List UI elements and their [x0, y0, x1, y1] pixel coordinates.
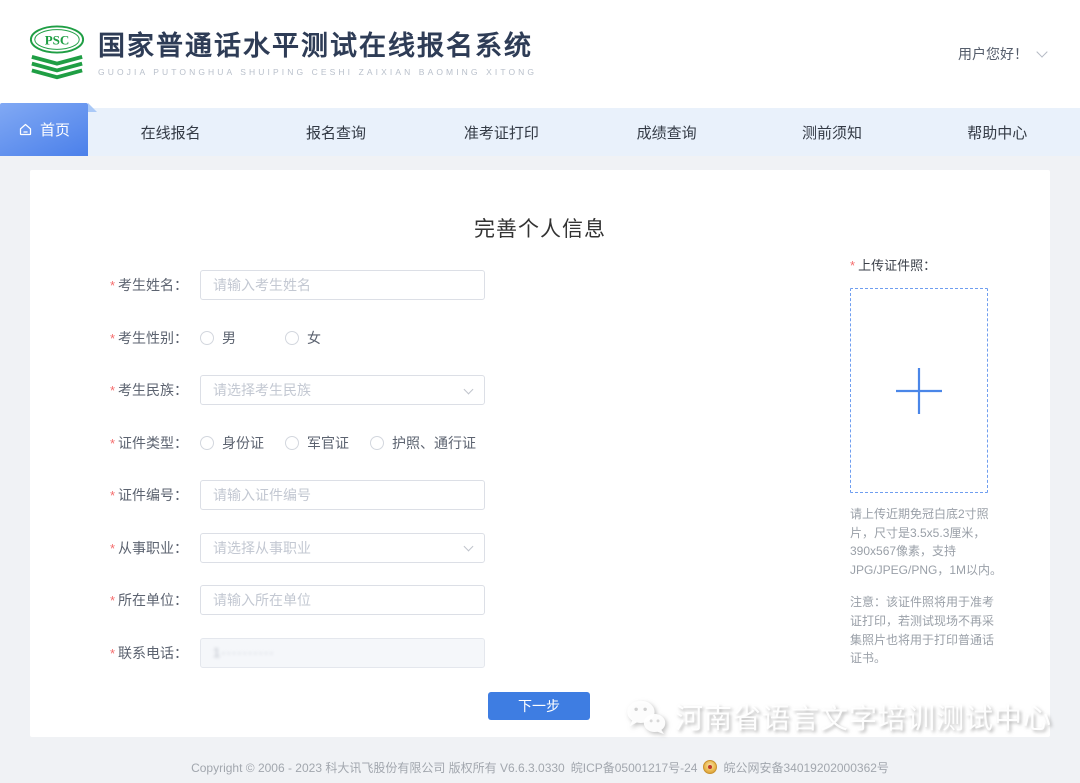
- nav-label: 测前须知: [802, 122, 862, 143]
- upload-label: 上传证件照：: [858, 258, 936, 273]
- required-asterisk: *: [110, 331, 115, 346]
- site-title: 国家普通话水平测试在线报名系统: [98, 31, 537, 62]
- field-label: 从事职业：: [118, 540, 188, 556]
- site-subtitle: GUOJIA PUTONGHUA SHUIPING CESHI ZAIXIAN …: [98, 67, 537, 77]
- radio-icon: [200, 331, 214, 345]
- id-number-input[interactable]: [200, 480, 485, 510]
- radio-military-id[interactable]: 军官证: [285, 433, 370, 453]
- personal-info-form: *考生姓名： *考生性别： 男 女 *考生民族： 请选择考生民族 *证件类型： …: [80, 270, 485, 690]
- field-gender: *考生性别： 男 女: [80, 323, 485, 353]
- radio-icon: [200, 436, 214, 450]
- icp-record[interactable]: 皖ICP备05001217号-24: [571, 759, 698, 776]
- field-phone: *联系电话： 1··········: [80, 638, 485, 668]
- required-asterisk: *: [110, 488, 115, 503]
- nav-item-admission-ticket-print[interactable]: 准考证打印: [419, 108, 584, 156]
- radio-female[interactable]: 女: [285, 328, 321, 348]
- svg-text:PSC: PSC: [45, 32, 70, 47]
- nav-item-home[interactable]: 首页: [0, 103, 88, 156]
- upload-note: 注意：该证件照将用于准考证打印，若测试现场不再采集照片也将用于打印普通话证书。: [850, 593, 1005, 667]
- page-title: 完善个人信息: [30, 213, 1050, 243]
- plus-icon: [895, 367, 943, 415]
- nav-label: 报名查询: [306, 122, 366, 143]
- copyright-text: Copyright © 2006 - 2023 科大讯飞股份有限公司 版权所有 …: [191, 759, 565, 776]
- field-label: 考生姓名：: [118, 277, 188, 293]
- required-asterisk: *: [110, 436, 115, 451]
- upload-hint: 请上传近期免冠白底2寸照片，尺寸是3.5x5.3厘米，390x567像素，支持J…: [850, 505, 1005, 579]
- radio-id-card[interactable]: 身份证: [200, 433, 285, 453]
- field-ethnicity: *考生民族： 请选择考生民族: [80, 375, 485, 405]
- masked-phone-value: 1··········: [213, 645, 275, 660]
- field-label: 考生性别：: [118, 330, 188, 346]
- logo: PSC 国家普通话水平测试在线报名系统 GUOJIA PUTONGHUA SHU…: [28, 25, 537, 83]
- required-asterisk: *: [110, 278, 115, 293]
- organization-input[interactable]: [200, 585, 485, 615]
- field-label: 证件类型：: [118, 435, 188, 451]
- radio-icon: [370, 436, 384, 450]
- phone-input-disabled: 1··········: [200, 638, 485, 668]
- field-id-type: *证件类型： 身份证 军官证 护照、通行证: [80, 428, 485, 458]
- radio-male[interactable]: 男: [200, 328, 285, 348]
- header: PSC 国家普通话水平测试在线报名系统 GUOJIA PUTONGHUA SHU…: [0, 0, 1080, 108]
- chevron-down-icon: [464, 542, 474, 552]
- photo-upload-box[interactable]: [850, 288, 988, 493]
- nav-item-registration-query[interactable]: 报名查询: [253, 108, 418, 156]
- required-asterisk: *: [110, 593, 115, 608]
- police-badge-icon: [703, 760, 717, 774]
- nav-label: 成绩查询: [637, 122, 697, 143]
- radio-icon: [285, 331, 299, 345]
- field-occupation: *从事职业： 请选择从事职业: [80, 533, 485, 563]
- field-organization: *所在单位：: [80, 585, 485, 615]
- next-step-button[interactable]: 下一步: [488, 692, 590, 720]
- id-type-radio-group: 身份证 军官证 护照、通行证: [200, 433, 476, 453]
- main-nav: 首页 在线报名 报名查询 准考证打印 成绩查询 测前须知 帮助中心: [0, 108, 1080, 156]
- nav-item-score-query[interactable]: 成绩查询: [584, 108, 749, 156]
- candidate-name-input[interactable]: [200, 270, 485, 300]
- field-candidate-name: *考生姓名：: [80, 270, 485, 300]
- radio-passport[interactable]: 护照、通行证: [370, 433, 476, 453]
- required-asterisk: *: [110, 541, 115, 556]
- chevron-down-icon: [1036, 46, 1047, 57]
- nav-label: 在线报名: [141, 122, 201, 143]
- field-label: 证件编号：: [118, 487, 188, 503]
- nav-label: 首页: [40, 119, 70, 140]
- user-menu[interactable]: 用户您好！: [958, 44, 1046, 64]
- personal-info-card: 完善个人信息 *考生姓名： *考生性别： 男 女 *考生民族： 请选择考生民族 …: [30, 170, 1050, 737]
- required-asterisk: *: [850, 258, 855, 273]
- radio-icon: [285, 436, 299, 450]
- nav-item-help-center[interactable]: 帮助中心: [915, 108, 1080, 156]
- field-id-number: *证件编号：: [80, 480, 485, 510]
- gender-radio-group: 男 女: [200, 328, 321, 348]
- field-label: 所在单位：: [118, 592, 188, 608]
- nav-item-online-registration[interactable]: 在线报名: [88, 108, 253, 156]
- field-label: 联系电话：: [118, 645, 188, 661]
- nav-label: 准考证打印: [464, 122, 539, 143]
- required-asterisk: *: [110, 383, 115, 398]
- nav-label: 帮助中心: [967, 122, 1027, 143]
- occupation-select[interactable]: 请选择从事职业: [200, 533, 485, 563]
- ethnicity-select[interactable]: 请选择考生民族: [200, 375, 485, 405]
- psc-logo-icon: PSC: [28, 25, 86, 83]
- required-asterisk: *: [110, 646, 115, 661]
- nav-item-pretest-notice[interactable]: 测前须知: [749, 108, 914, 156]
- photo-upload-section: *上传证件照： 请上传近期免冠白底2寸照片，尺寸是3.5x5.3厘米，390x5…: [850, 255, 1010, 668]
- chevron-down-icon: [464, 384, 474, 394]
- footer: Copyright © 2006 - 2023 科大讯飞股份有限公司 版权所有 …: [0, 737, 1080, 783]
- field-label: 考生民族：: [118, 382, 188, 398]
- user-greeting: 用户您好！: [958, 44, 1028, 64]
- home-icon: [18, 122, 33, 137]
- police-record[interactable]: 皖公网安备34019202000362号: [723, 759, 888, 776]
